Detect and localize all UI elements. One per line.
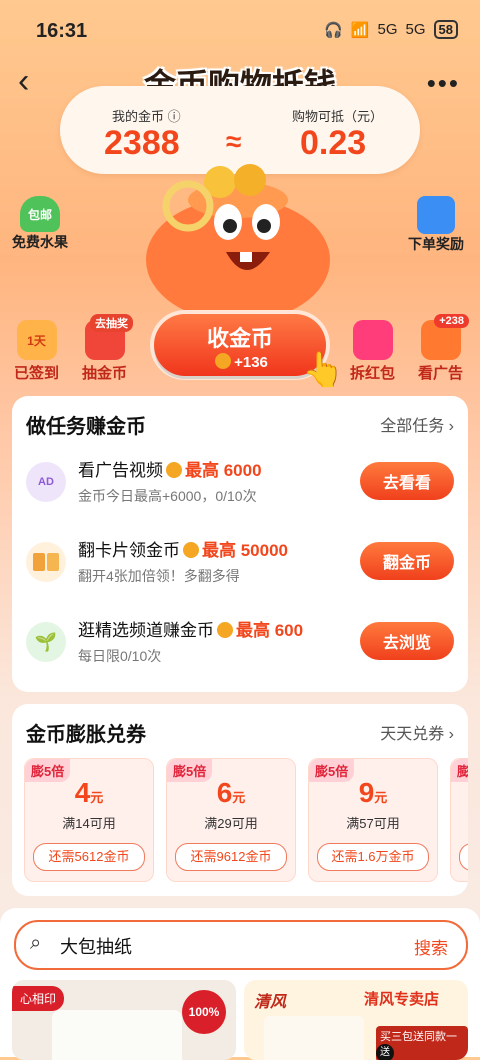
coupon-item[interactable]: 膨5倍 9元 满57可用 还需1.6万金币 [308,758,438,882]
coupon-condition: 满57可用 [346,816,400,831]
coin-icon [217,622,233,638]
tree-icon: 包邮 [20,196,60,232]
coupon-condition: 满14可用 [62,816,116,831]
battery-icon: 58 [433,20,458,39]
all-tasks-link[interactable]: 全部任务 › [380,412,454,436]
coupon-card: 金币膨胀兑券 天天兑券 › 膨5倍 4元 满14可用 还需5612金币 膨5倍 … [12,704,468,896]
task-title: 翻卡片领金币 最高 50000 [78,541,288,560]
cash-label: 购物可抵（元） [292,109,384,124]
cash-value: 0.23 [300,124,367,162]
draw-coins-label: 抽金币 [82,365,128,382]
sprout-icon: 🌱 [26,622,66,662]
wifi-icon: 📶 [350,21,370,39]
search-area: ⌕ 大包抽纸 搜索 心相印 100% 清风 清风专卖店 买三包送同款一包 送 [0,908,480,1060]
brand-logo: 清风 [254,994,287,1011]
coupon-need: 还需9612金币 [175,843,287,871]
approx-sign: ≈ [226,126,242,157]
task-title: 看广告视频 最高 6000 [78,461,262,480]
coupon-need: 还需1.6万金币 [317,843,429,871]
pointing-hand-icon: 👆 [302,351,345,389]
store-name: 清风专卖店 [364,991,440,1008]
checkin-button[interactable]: 1天 已签到 [14,320,59,383]
task-section-title: 做任务赚金币 [26,416,146,438]
boost-tag: 膨4 [451,759,468,782]
coins-value: 2388 [104,124,180,162]
search-button[interactable]: 搜索 [414,934,448,959]
watch-ad-button[interactable]: 去看看 [360,462,454,500]
red-packet-button[interactable]: 拆红包 [350,320,395,383]
coupon-section-title: 金币膨胀兑券 [26,724,146,746]
checkin-label: 已签到 [14,365,60,382]
search-icon: ⌕ [30,932,42,954]
tissue-image [52,1010,182,1060]
search-bar[interactable]: ⌕ 大包抽纸 搜索 [14,920,468,970]
task-subtitle: 每日限0/10次 [78,648,162,664]
task-card: 做任务赚金币 全部任务 › AD 看广告视频 最高 6000 金币今日最高+600… [12,396,468,692]
coupon-need: 还 [459,843,468,871]
more-options-icon[interactable]: ••• [427,68,460,99]
watch-ads-button[interactable]: +238 看广告 [418,314,470,383]
red-packet-icon [352,320,393,360]
watch-ads-label: 看广告 [418,365,464,382]
coupon-item[interactable]: 膨5倍 4元 满14可用 还需5612金币 [24,758,154,882]
coin-icon [183,542,199,558]
product-card[interactable]: 心相印 100% [12,980,236,1060]
product-card[interactable]: 清风 清风专卖店 买三包送同款一包 送 [244,980,468,1060]
red-packet-label: 拆红包 [350,365,396,382]
signal-5g-icon-2: 5G [405,21,426,38]
tissue-image [264,1016,364,1060]
browse-button[interactable]: 去浏览 [360,622,454,660]
coins-label: 我的金币 ⓘ [112,109,181,124]
coupon-condition: 满29可用 [204,816,258,831]
draw-coins-button[interactable]: 去抽奖 抽金币 [82,314,133,383]
coupon-need: 还需5612金币 [33,843,145,871]
collect-coins-button[interactable]: 收金币 +136 [154,314,326,376]
coin-bag-mascot [146,164,330,320]
coupon-item[interactable]: 膨4 还 [450,758,468,882]
status-time: 16:31 [36,20,88,42]
task-row: 翻卡片领金币 最高 50000 翻开4张加倍领！多翻多得 翻金币 [12,530,468,610]
order-reward-label: 下单奖励 [408,236,464,252]
free-fruit-button[interactable]: 包邮 免费水果 [12,196,68,252]
status-bar: 16:31 🎧 📶 5G 5G 58 [0,0,480,60]
order-reward-button[interactable]: 下单奖励 [408,196,464,254]
coin-icon [215,353,232,369]
task-title: 逛精选频道赚金币 最高 600 [78,621,304,640]
signal-5g-icon: 5G [377,21,398,38]
search-input[interactable]: 大包抽纸 [60,933,132,959]
task-row: 🌱 逛精选频道赚金币 最高 600 每日限0/10次 去浏览 [12,610,468,690]
coupon-amount: 9元 [358,777,388,808]
lottery-tag: 去抽奖 [90,314,133,332]
flip-cards-button[interactable]: 翻金币 [360,542,454,580]
task-subtitle: 金币今日最高+6000，0/10次 [78,488,257,504]
status-icons: 🎧 📶 5G 5G 58 [324,20,458,39]
ads-reward-tag: +238 [434,314,470,328]
ad-icon: AD [26,462,66,502]
task-row: AD 看广告视频 最高 6000 金币今日最高+6000，0/10次 去看看 [12,450,468,530]
coin-icon [166,462,182,478]
brand-logo: 心相印 [12,986,65,1011]
calendar-icon: 1天 [16,320,57,360]
coupon-amount: 4元 [74,777,104,808]
coupon-item[interactable]: 膨5倍 6元 满29可用 还需9612金币 [166,758,296,882]
daily-coupons-link[interactable]: 天天兑券 › [380,720,454,744]
headphones-icon: 🎧 [324,21,343,39]
collect-amount: +136 [154,353,326,371]
coupon-amount: 6元 [216,777,246,808]
cards-icon [26,542,66,582]
collect-label: 收金币 [206,326,273,351]
task-subtitle: 翻开4张加倍领！多翻多得 [78,568,240,584]
gift-badge: 送 [376,1044,394,1060]
free-fruit-label: 免费水果 [12,234,68,250]
receipt-icon [417,196,455,234]
quality-seal: 100% [182,990,226,1034]
